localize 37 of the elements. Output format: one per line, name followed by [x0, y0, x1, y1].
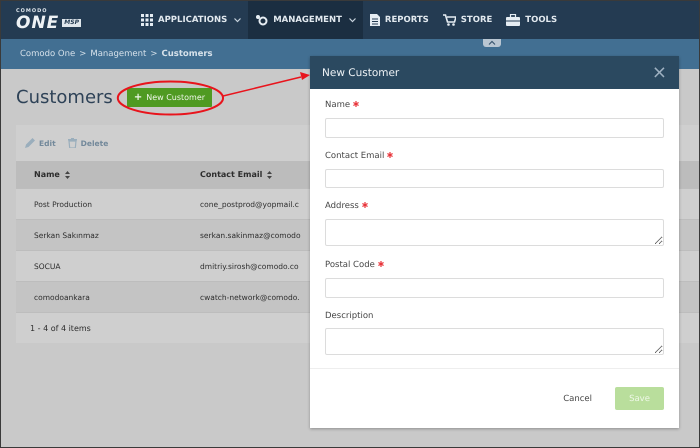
gear-icon	[255, 14, 268, 26]
document-icon	[370, 14, 380, 26]
trash-icon	[68, 138, 77, 148]
cart-icon	[442, 14, 456, 26]
cancel-button[interactable]: Cancel	[557, 392, 598, 404]
nav-menu-item[interactable]: TOOLS	[499, 1, 564, 39]
field-label: Postal Code	[325, 260, 664, 278]
field-label: Name	[325, 100, 664, 118]
sort-icon	[64, 170, 70, 178]
text-area[interactable]	[325, 328, 664, 355]
pencil-icon	[25, 138, 35, 148]
field-label: Description	[325, 310, 374, 323]
field-label: Address	[325, 201, 664, 220]
collapse-handle[interactable]	[483, 39, 501, 47]
field-label: Contact Email	[325, 150, 664, 169]
close-button[interactable]: ×	[652, 64, 667, 80]
nav-menu-item[interactable]: APPLICATIONS	[134, 1, 248, 39]
sort-icon	[267, 170, 272, 178]
pagination-info: 1 - 4 of 4 items	[30, 324, 91, 332]
breadcrumb-link[interactable]: Management	[90, 49, 146, 59]
breadcrumb-separator: >	[150, 49, 158, 59]
logo-name: ONE	[16, 14, 60, 32]
nav-menu-item[interactable]: STORE	[436, 1, 500, 39]
nav-menu-item[interactable]: MANAGEMENT	[248, 1, 363, 39]
text-area[interactable]	[325, 219, 664, 246]
input-field[interactable]	[325, 118, 664, 138]
page-title: Customers	[16, 86, 113, 108]
input-field[interactable]	[325, 278, 664, 298]
nav-menu-item[interactable]: REPORTS	[362, 1, 436, 39]
column-header[interactable]: Name	[16, 170, 200, 179]
grid-icon	[141, 14, 153, 26]
toolbox-icon	[506, 14, 520, 26]
breadcrumb-separator: >	[79, 49, 86, 59]
column-header[interactable]: Contact Email	[200, 170, 272, 179]
input-field[interactable]	[325, 168, 664, 188]
dialog-title: New Customer	[322, 66, 400, 78]
breadcrumb-link[interactable]: Comodo One	[20, 49, 76, 59]
